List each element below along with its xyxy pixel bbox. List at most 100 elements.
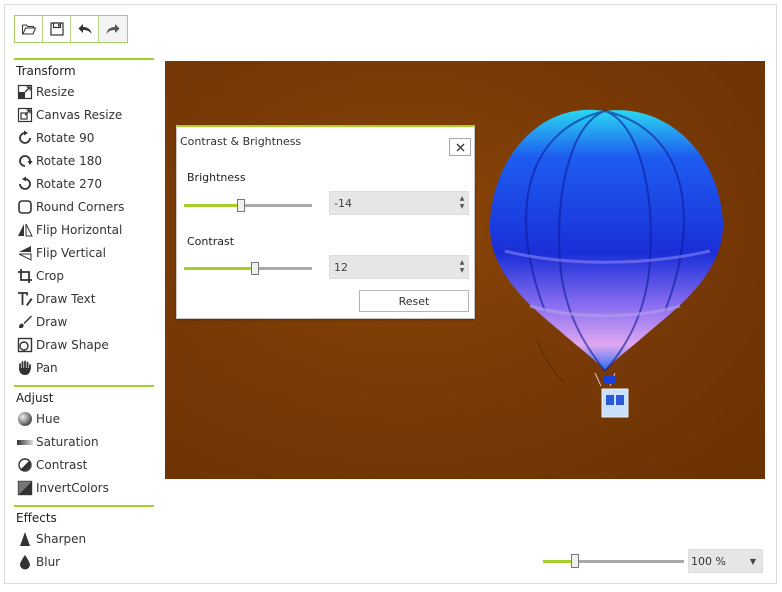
slider-thumb[interactable] [571,554,579,568]
slider-thumb[interactable] [237,199,245,212]
tool-pan[interactable]: Pan [14,356,154,379]
flip-horizontal-icon [17,222,33,238]
tool-label: Canvas Resize [36,107,123,122]
draw-text-icon [17,291,33,307]
tool-label: Resize [36,84,75,99]
tool-rotate-180[interactable]: Rotate 180 [14,149,154,172]
tool-invert-colors[interactable]: InvertColors [14,476,154,499]
tool-draw-text[interactable]: Draw Text [14,287,154,310]
draw-shape-icon [17,337,33,353]
tool-label: Round Corners [36,199,125,214]
tool-contrast[interactable]: Contrast [14,453,154,476]
brightness-slider[interactable] [184,199,312,212]
section-title-adjust: Adjust [16,391,54,405]
tool-saturation[interactable]: Saturation [14,430,154,453]
tool-blur[interactable]: Blur [14,550,154,573]
tool-label: Pan [36,360,58,375]
contrast-slider[interactable] [184,262,312,275]
zoom-slider[interactable] [543,554,684,568]
hue-icon [17,411,33,427]
tool-label: Hue [36,411,61,426]
redo-button[interactable] [99,16,127,42]
tool-rotate-90[interactable]: Rotate 90 [14,126,154,149]
rotate-180-icon [17,153,33,169]
spin-arrows[interactable]: ▲ ▼ [456,259,468,275]
tool-label: Draw Shape [36,337,109,352]
sharpen-icon [17,531,33,547]
tool-flip-vertical[interactable]: Flip Vertical [14,241,154,264]
tool-label: Sharpen [36,531,87,546]
tool-label: Saturation [36,434,99,449]
tool-label: Rotate 270 [36,176,103,191]
canvas-resize-icon [17,107,33,123]
contrast-brightness-dialog: Contrast & Brightness Brightness -14 ▲ ▼ … [176,125,475,319]
tool-rotate-270[interactable]: Rotate 270 [14,172,154,195]
tool-crop[interactable]: Crop [14,264,154,287]
tool-label: InvertColors [36,480,109,495]
slider-thumb[interactable] [251,262,259,275]
spin-arrows[interactable]: ▲ ▼ [456,195,468,211]
zoom-level-select[interactable]: 100 % ▼ [688,549,763,573]
folder-open-icon [21,24,36,35]
resize-icon [17,84,33,100]
effects-section: Effects Sharpen Blur [14,505,154,573]
tool-label: Rotate 90 [36,130,95,145]
contrast-value[interactable]: 12 [330,261,456,274]
dialog-close-button[interactable] [449,138,471,156]
tool-label: Blur [36,554,61,569]
spin-down-icon[interactable]: ▼ [460,203,465,211]
tool-label: Crop [36,268,65,283]
tool-label: Flip Horizontal [36,222,123,237]
tool-draw[interactable]: Draw [14,310,154,333]
crop-icon [17,268,33,284]
section-title-effects: Effects [16,511,57,525]
tool-sharpen[interactable]: Sharpen [14,527,154,550]
spin-up-icon[interactable]: ▲ [460,259,465,267]
blur-icon [17,554,33,570]
adjust-section: Adjust Hue Saturation Contrast InvertCol… [14,385,154,499]
undo-button[interactable] [71,16,99,42]
contrast-icon [17,457,33,473]
flip-vertical-icon [17,245,33,261]
brightness-spinbox[interactable]: -14 ▲ ▼ [329,191,469,215]
transform-section: Transform Resize Canvas Resize Rotate 90… [14,58,154,379]
tool-label: Draw [36,314,68,329]
open-button[interactable] [15,16,43,42]
reset-button[interactable]: Reset [359,290,469,312]
contrast-spinbox[interactable]: 12 ▲ ▼ [329,255,469,279]
saturation-icon [17,434,33,450]
close-icon [456,143,464,151]
contrast-label: Contrast [187,235,235,248]
tool-canvas-resize[interactable]: Canvas Resize [14,103,154,126]
round-corners-icon [17,199,33,215]
spin-down-icon[interactable]: ▼ [460,267,465,275]
redo-icon [106,24,120,34]
tool-label: Rotate 180 [36,153,103,168]
chevron-down-icon: ▼ [749,556,756,566]
zoom-level-value: 100 % [691,554,726,568]
section-title-transform: Transform [16,64,76,78]
draw-icon [17,314,33,330]
tool-label: Contrast [36,457,88,472]
rotate-270-icon [17,176,33,192]
brightness-label: Brightness [187,171,246,184]
tool-draw-shape[interactable]: Draw Shape [14,333,154,356]
tool-label: Flip Vertical [36,245,106,260]
toolbar [14,15,128,43]
tool-sidebar: Transform Resize Canvas Resize Rotate 90… [14,58,154,579]
tool-hue[interactable]: Hue [14,407,154,430]
dialog-title: Contrast & Brightness [180,135,302,148]
tool-flip-horizontal[interactable]: Flip Horizontal [14,218,154,241]
spin-up-icon[interactable]: ▲ [460,195,465,203]
tool-label: Draw Text [36,291,96,306]
tool-round-corners[interactable]: Round Corners [14,195,154,218]
invert-colors-icon [17,480,33,496]
pan-hand-icon [17,360,33,376]
save-icon [49,22,64,36]
tool-resize[interactable]: Resize [14,80,154,103]
slider-fill [184,267,255,270]
brightness-value[interactable]: -14 [330,197,456,210]
undo-icon [78,24,91,34]
slider-fill [184,204,241,207]
save-button[interactable] [43,16,71,42]
